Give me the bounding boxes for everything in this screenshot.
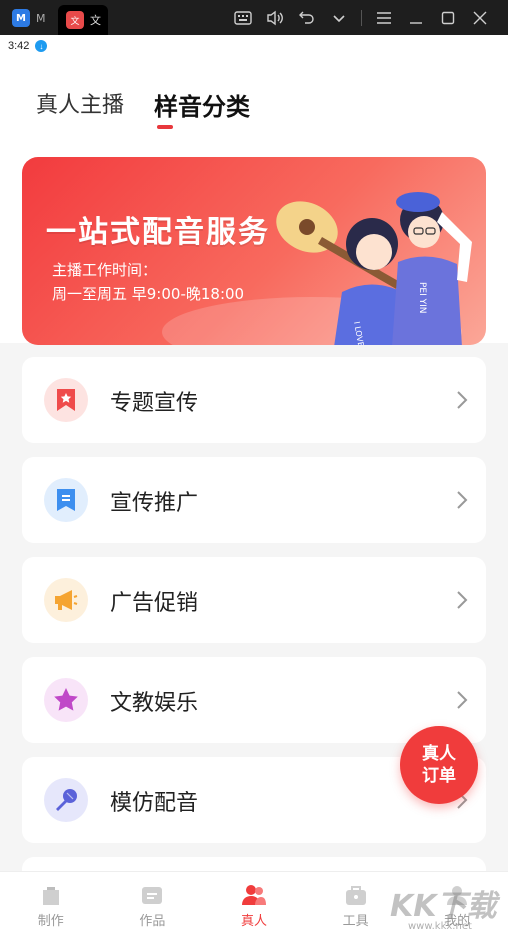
active-tab-indicator xyxy=(157,125,174,129)
toolbox-icon xyxy=(345,886,366,905)
volume-icon[interactable] xyxy=(259,0,291,35)
chevron-right-icon xyxy=(457,591,468,609)
chevron-down-icon[interactable] xyxy=(323,0,355,35)
banner-hours: 周一至周五 早9:00-晚18:00 xyxy=(52,285,245,303)
fab-line1: 真人 xyxy=(422,744,456,764)
undo-icon[interactable] xyxy=(291,0,323,35)
phone-screen: 3:42 ↓ 真人主播 样音分类 一站式配音服务 主播工作时间： 周一至周五 早… xyxy=(0,35,508,936)
nav-label: 真人 xyxy=(240,914,267,929)
nav-item-make[interactable]: 制作 xyxy=(0,872,102,936)
nav-item-works[interactable]: 作品 xyxy=(102,872,204,936)
microphone-icon xyxy=(44,778,88,822)
chevron-right-icon xyxy=(457,491,468,509)
emulator-tab-label-active: 文 xyxy=(90,14,101,27)
close-icon[interactable] xyxy=(464,0,496,35)
bookmark-star-icon xyxy=(44,378,88,422)
tab-live-anchors[interactable]: 真人主播 xyxy=(36,87,124,122)
emulator-tab-active[interactable]: 文 文 xyxy=(58,5,108,35)
status-time: 3:42 xyxy=(8,40,30,52)
menu-icon[interactable] xyxy=(368,0,400,35)
document-icon xyxy=(44,478,88,522)
megaphone-icon xyxy=(44,578,88,622)
banner-hours-label: 主播工作时间： xyxy=(52,261,158,279)
promo-banner[interactable]: 一站式配音服务 主播工作时间： 周一至周五 早9:00-晚18:00 I LOV… xyxy=(22,157,486,345)
banner-title: 一站式配音服务 xyxy=(46,215,270,250)
person-icon xyxy=(241,885,266,905)
top-tabs: 真人主播 样音分类 xyxy=(36,87,251,129)
dubbing-app-icon: 文 xyxy=(66,11,84,29)
works-icon xyxy=(142,887,163,904)
maximize-icon[interactable] xyxy=(432,0,464,35)
page-header: 真人主播 样音分类 一站式配音服务 主播工作时间： 周一至周五 早9:00-晚1… xyxy=(0,57,508,345)
star-icon xyxy=(44,678,88,722)
make-icon xyxy=(42,887,59,905)
nav-label: 制作 xyxy=(37,914,64,929)
chevron-right-icon xyxy=(457,691,468,709)
tab-sample-categories[interactable]: 样音分类 xyxy=(154,87,251,129)
category-label: 文教娱乐 xyxy=(110,691,199,716)
emulator-titlebar: M M 文 文 xyxy=(0,0,508,35)
emulator-app-icon: M xyxy=(12,9,30,27)
banner-illustration: I LOVE PEI YIN PEI YIN xyxy=(276,192,472,345)
category-card-topic-promo[interactable]: 专题宣传 xyxy=(22,357,486,443)
nav-item-live[interactable]: 真人 xyxy=(203,872,305,936)
minimize-icon[interactable] xyxy=(400,0,432,35)
category-label: 宣传推广 xyxy=(110,491,199,516)
nav-label: 工具 xyxy=(342,914,369,929)
live-orders-button[interactable]: 真人 订单 xyxy=(400,726,478,804)
status-bar: 3:42 ↓ xyxy=(0,35,508,57)
category-card-promotion[interactable]: 宣传推广 xyxy=(22,457,486,543)
emulator-tab-inactive[interactable]: M M xyxy=(12,7,56,29)
nav-label: 作品 xyxy=(139,914,166,929)
chevron-right-icon xyxy=(457,391,468,409)
shirt-text-right: PEI YIN xyxy=(417,282,427,314)
category-card-ad-sales[interactable]: 广告促销 xyxy=(22,557,486,643)
keyboard-icon[interactable] xyxy=(227,0,259,35)
category-card-edu-entertainment[interactable]: 文教娱乐 xyxy=(22,657,486,743)
watermark-url: www.kkx.net xyxy=(408,921,472,932)
download-notification-icon: ↓ xyxy=(35,40,48,52)
titlebar-divider xyxy=(361,9,362,26)
tab-sample-categories-label: 样音分类 xyxy=(154,93,251,121)
category-label: 专题宣传 xyxy=(110,391,199,416)
category-label: 模仿配音 xyxy=(110,791,199,816)
emulator-tab-label: M xyxy=(36,11,46,25)
fab-line2: 订单 xyxy=(422,766,456,786)
watermark-logo: KK下载 xyxy=(390,889,497,924)
category-label: 广告促销 xyxy=(110,591,199,616)
